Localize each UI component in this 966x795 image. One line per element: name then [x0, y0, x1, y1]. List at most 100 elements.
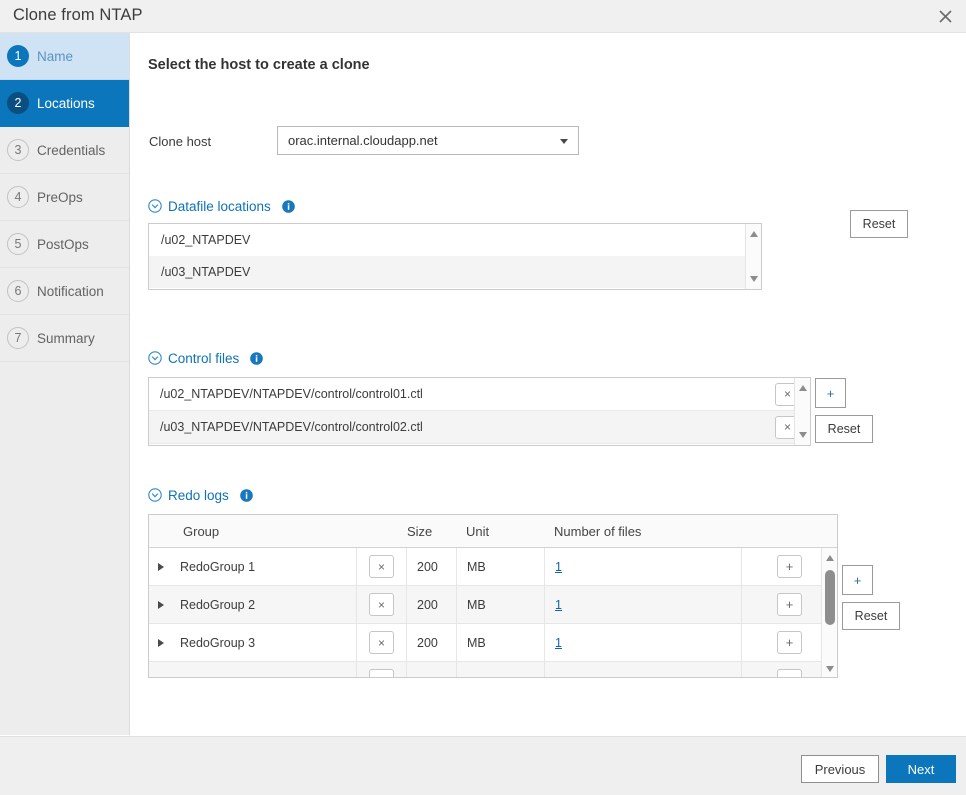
expand-triangle-icon[interactable]: [158, 600, 164, 609]
redo-delete-cell: [356, 662, 407, 677]
redo-size-cell: 200: [417, 559, 438, 574]
info-icon[interactable]: [250, 351, 264, 365]
list-item[interactable]: /u02_NTAPDEV: [149, 224, 761, 256]
redo-delete-button[interactable]: ×: [369, 631, 394, 654]
next-button[interactable]: Next: [886, 755, 956, 783]
clone-host-label: Clone host: [149, 134, 212, 149]
control-files-scrollbar[interactable]: [794, 378, 810, 445]
control-files-title[interactable]: Control files: [168, 351, 239, 366]
redo-add-button[interactable]: +: [777, 593, 802, 616]
close-icon[interactable]: [932, 4, 958, 29]
datafile-locations-header: Datafile locations: [148, 197, 295, 215]
table-row-partial[interactable]: [149, 662, 837, 677]
sidebar-item-credentials[interactable]: 3 Credentials: [0, 127, 129, 174]
redo-add-button[interactable]: +: [777, 631, 802, 654]
redo-delete-cell: ×: [356, 586, 407, 623]
redo-logs-table-header: Group Size Unit Number of files: [149, 515, 837, 548]
redo-size-cell: 200: [417, 635, 438, 650]
column-header-unit: Unit: [466, 523, 490, 539]
sidebar-item-name[interactable]: 1 Name: [0, 33, 129, 80]
redo-logs-header: Redo logs: [148, 486, 253, 504]
sidebar-item-notification[interactable]: 6 Notification: [0, 268, 129, 315]
redo-delete-button[interactable]: ×: [369, 555, 394, 578]
sidebar-item-label: Summary: [37, 330, 95, 346]
table-row[interactable]: /u03_NTAPDEV/NTAPDEV/control/control02.c…: [149, 411, 810, 444]
scroll-down-arrow-icon[interactable]: [826, 666, 834, 672]
redo-group-cell: RedoGroup 3: [149, 636, 356, 650]
scroll-up-arrow-icon[interactable]: [826, 555, 834, 561]
table-row[interactable]: /u02_NTAPDEV/NTAPDEV/control/control01.c…: [149, 378, 810, 411]
main-content-pane: Select the host to create a clone Clone …: [131, 33, 966, 735]
window-title: Clone from NTAP: [13, 6, 143, 24]
datafile-locations-listbox[interactable]: /u02_NTAPDEV /u03_NTAPDEV: [148, 223, 762, 290]
step-number-badge: 4: [7, 186, 29, 208]
list-item[interactable]: /u03_NTAPDEV: [149, 256, 761, 288]
scroll-up-arrow-icon[interactable]: [799, 385, 807, 391]
redo-group-label: RedoGroup 1: [180, 559, 256, 574]
redo-delete-button[interactable]: ×: [369, 593, 394, 616]
table-row[interactable]: RedoGroup 2 × 200 MB 1 +: [149, 586, 837, 624]
sidebar-item-preops[interactable]: 4 PreOps: [0, 174, 129, 221]
redo-files-cell: [544, 662, 741, 677]
sidebar-item-label: PreOps: [37, 189, 83, 205]
chevron-down-icon: [560, 139, 568, 144]
control-files-add-button[interactable]: +: [815, 378, 846, 408]
control-file-path: /u02_NTAPDEV/NTAPDEV/control/control01.c…: [160, 387, 423, 401]
table-row[interactable]: RedoGroup 1 × 200 MB 1 +: [149, 548, 837, 586]
table-row[interactable]: RedoGroup 3 × 200 MB 1 +: [149, 624, 837, 662]
redo-logs-reset-button[interactable]: Reset: [842, 602, 900, 630]
collapse-circle-chevron-icon[interactable]: [148, 199, 162, 213]
redo-unit-cell: MB: [456, 548, 544, 585]
redo-files-cell: 1: [544, 624, 741, 661]
scrollbar-thumb[interactable]: [825, 570, 835, 625]
redo-logs-add-button[interactable]: +: [842, 565, 873, 595]
control-file-path: /u03_NTAPDEV/NTAPDEV/control/control02.c…: [160, 420, 423, 434]
expand-triangle-icon[interactable]: [158, 562, 164, 571]
expand-triangle-icon[interactable]: [158, 638, 164, 647]
step-number-badge: 3: [7, 139, 29, 161]
scroll-down-arrow-icon[interactable]: [799, 432, 807, 438]
datafile-locations-scrollbar[interactable]: [745, 224, 761, 289]
redo-unit-cell: MB: [456, 624, 544, 661]
redo-add-button[interactable]: +: [777, 555, 802, 578]
sidebar-item-label: Name: [37, 48, 74, 64]
redo-group-label: RedoGroup 3: [180, 635, 256, 650]
redo-unit-cell: [456, 662, 544, 677]
redo-files-cell: 1: [544, 586, 741, 623]
sidebar-item-label: Notification: [37, 283, 104, 299]
info-icon[interactable]: [239, 488, 253, 502]
redo-add-button[interactable]: [777, 669, 802, 677]
column-header-number-of-files: Number of files: [554, 523, 642, 539]
scroll-up-arrow-icon[interactable]: [750, 231, 758, 237]
collapse-circle-chevron-icon[interactable]: [148, 488, 162, 502]
redo-files-link[interactable]: 1: [555, 560, 562, 574]
redo-delete-cell: ×: [356, 548, 407, 585]
info-icon[interactable]: [282, 199, 295, 213]
redo-files-link[interactable]: 1: [555, 598, 562, 612]
datafile-locations-title[interactable]: Datafile locations: [168, 199, 271, 214]
redo-files-link[interactable]: 1: [555, 636, 562, 650]
step-number-badge: 2: [7, 92, 29, 114]
clone-host-select[interactable]: orac.internal.cloudapp.net: [277, 126, 579, 155]
column-header-group: Group: [183, 523, 220, 539]
scroll-down-arrow-icon[interactable]: [750, 276, 758, 282]
redo-logs-title[interactable]: Redo logs: [168, 488, 229, 503]
previous-button[interactable]: Previous: [801, 755, 879, 783]
redo-delete-cell: ×: [356, 624, 407, 661]
collapse-circle-chevron-icon[interactable]: [148, 351, 162, 365]
wizard-step-sidebar: 1 Name 2 Locations 3 Credentials 4 PreOp…: [0, 33, 130, 735]
control-files-header: Control files: [148, 349, 264, 367]
redo-logs-table: Group Size Unit Number of files RedoGrou…: [148, 514, 838, 678]
redo-group-cell: RedoGroup 2: [149, 598, 356, 612]
redo-files-cell: 1: [544, 548, 741, 585]
redo-group-label: RedoGroup 2: [180, 597, 256, 612]
redo-delete-button[interactable]: [369, 669, 394, 677]
redo-logs-scrollbar[interactable]: [821, 548, 837, 677]
sidebar-item-postops[interactable]: 5 PostOps: [0, 221, 129, 268]
dialog-footer: Previous Next: [0, 736, 966, 795]
sidebar-item-summary[interactable]: 7 Summary: [0, 315, 129, 362]
control-files-reset-button[interactable]: Reset: [815, 415, 873, 443]
sidebar-item-locations[interactable]: 2 Locations: [0, 80, 129, 127]
step-number-badge: 5: [7, 233, 29, 255]
datafile-locations-reset-button[interactable]: Reset: [850, 210, 908, 238]
